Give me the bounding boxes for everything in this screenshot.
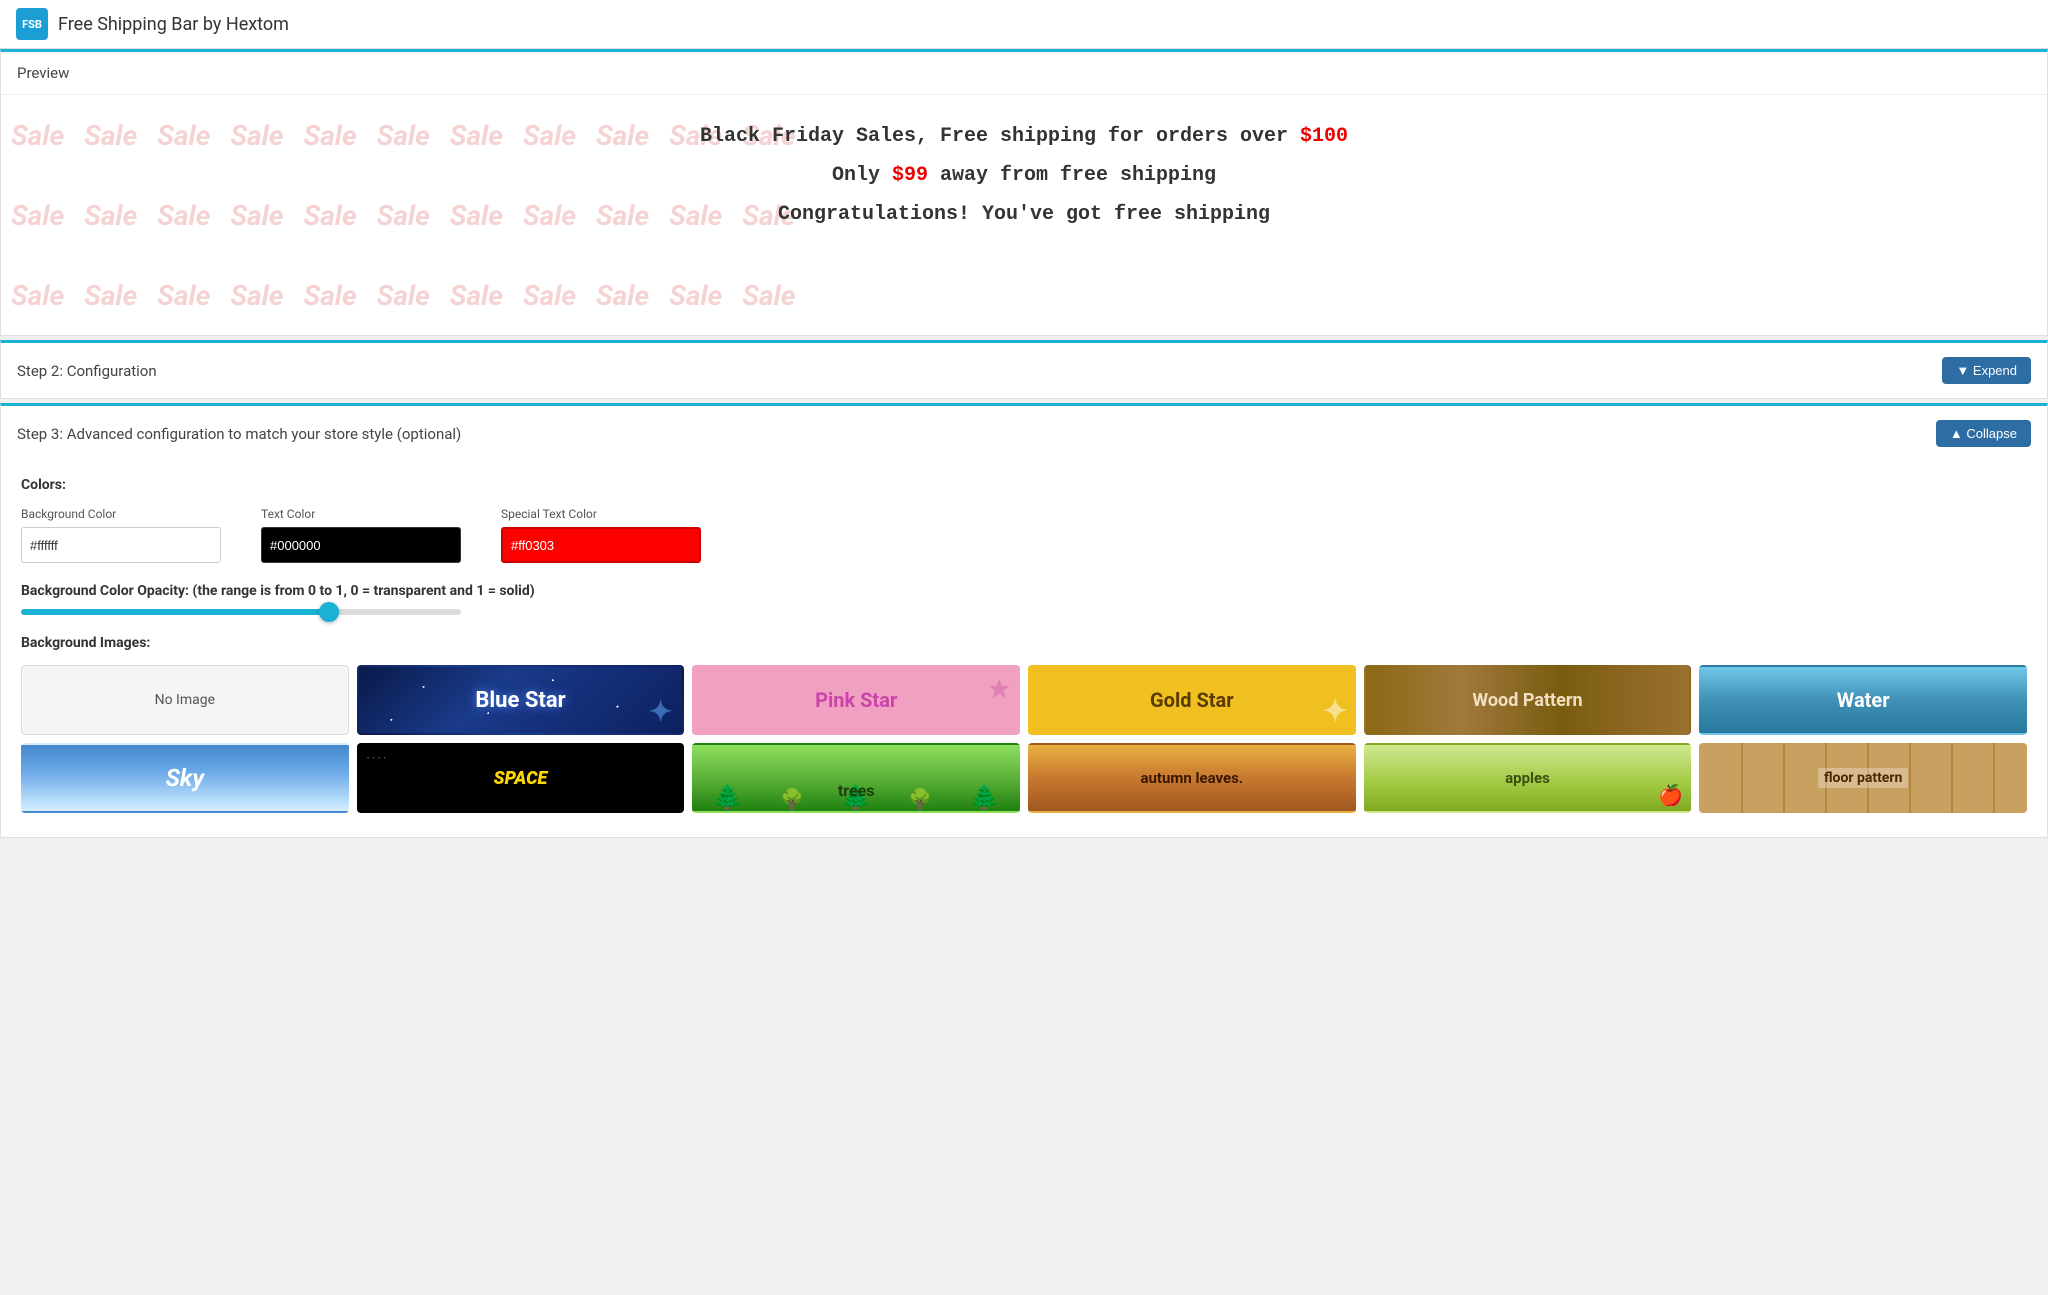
colors-label: Colors: — [21, 477, 2027, 493]
bg-image-water[interactable]: Water — [1699, 665, 2027, 735]
step3-section: Step 3: Advanced configuration to match … — [0, 403, 2048, 838]
bg-image-gold-star[interactable]: Gold Star ✦ — [1028, 665, 1356, 735]
step3-title: Step 3: Advanced configuration to match … — [17, 425, 461, 443]
bg-image-pink-star-label: Pink Star — [815, 688, 897, 712]
bg-image-space-label: SPACE — [494, 768, 548, 789]
preview-msg-1-highlight: $100 — [1300, 125, 1348, 148]
bg-color-input[interactable] — [21, 527, 221, 563]
bg-image-autumn-leaves-label: autumn leaves. — [1140, 769, 1243, 787]
bg-image-gold-star-label: Gold Star — [1150, 688, 1234, 712]
app-header: FSB Free Shipping Bar by Hextom — [0, 0, 2048, 49]
preview-msg-2-highlight: $99 — [892, 164, 928, 187]
bg-image-wood-pattern-label: Wood Pattern — [1472, 690, 1582, 711]
text-color-field: Text Color — [261, 507, 461, 563]
bg-images-label: Background Images: — [21, 635, 2027, 651]
opacity-slider-wrapper — [21, 609, 2027, 615]
step2-expend-button[interactable]: ▼ Expend — [1942, 357, 2031, 384]
bg-color-label: Background Color — [21, 507, 221, 521]
bg-image-trees[interactable]: trees 🌲 🌳 🌲 🌳 🌲 — [692, 743, 1020, 813]
preview-msg-2: Only $99 away from free shipping — [832, 164, 1216, 187]
preview-header: Preview — [1, 52, 2047, 95]
bg-image-no-image[interactable]: No Image — [21, 665, 349, 735]
preview-msg-1: Black Friday Sales, Free shipping for or… — [700, 125, 1348, 148]
bg-image-apples-label: apples — [1505, 769, 1550, 787]
bg-image-wood-pattern[interactable]: Wood Pattern — [1364, 665, 1692, 735]
bg-image-floor-pattern[interactable]: floor pattern — [1699, 743, 2027, 813]
bg-image-trees-label: trees — [838, 757, 875, 800]
opacity-label: Background Color Opacity: (the range is … — [21, 583, 2027, 599]
special-text-color-label: Special Text Color — [501, 507, 701, 521]
bg-image-water-label: Water — [1837, 688, 1890, 712]
special-text-color-field: Special Text Color — [501, 507, 701, 563]
bg-image-apples[interactable]: apples 🍎 — [1364, 743, 1692, 813]
bg-color-field: Background Color — [21, 507, 221, 563]
special-text-color-input[interactable] — [501, 527, 701, 563]
step2-header: Step 2: Configuration ▼ Expend — [1, 343, 2047, 398]
color-fields: Background Color Text Color Special Text… — [21, 507, 2027, 563]
step2-title: Step 2: Configuration — [17, 362, 157, 380]
bg-image-space[interactable]: SPACE · · · · — [357, 743, 685, 813]
step3-collapse-button[interactable]: ▲ Collapse — [1936, 420, 2031, 447]
step3-content: Colors: Background Color Text Color Spec… — [1, 461, 2047, 837]
preview-section: Preview SaleSaleSaleSaleSaleSaleSaleSale… — [0, 49, 2048, 336]
preview-messages: Black Friday Sales, Free shipping for or… — [21, 115, 2027, 236]
bg-image-no-image-label: No Image — [155, 692, 215, 708]
preview-msg-3: Congratulations! You've got free shippin… — [778, 203, 1270, 226]
bg-image-floor-pattern-label: floor pattern — [1818, 768, 1908, 788]
bg-image-sky-label: Sky — [166, 764, 204, 792]
bg-image-blue-star[interactable]: Blue Star ✦ — [357, 665, 685, 735]
bg-image-pink-star[interactable]: Pink Star ★ — [692, 665, 1020, 735]
bg-image-sky[interactable]: Sky — [21, 743, 349, 813]
preview-content: SaleSaleSaleSaleSaleSaleSaleSaleSaleSale… — [1, 95, 2047, 335]
opacity-slider-fill — [21, 609, 329, 615]
step3-header: Step 3: Advanced configuration to match … — [1, 406, 2047, 461]
bg-image-blue-star-label: Blue Star — [475, 688, 565, 713]
text-color-label: Text Color — [261, 507, 461, 521]
opacity-slider-thumb[interactable] — [319, 602, 339, 622]
text-color-input[interactable] — [261, 527, 461, 563]
bg-images-grid: No Image Blue Star ✦ Pink Star ★ Gold St… — [21, 665, 2027, 813]
app-logo: FSB — [16, 8, 48, 40]
app-title: Free Shipping Bar by Hextom — [58, 14, 289, 35]
step2-section: Step 2: Configuration ▼ Expend — [0, 340, 2048, 399]
bg-image-autumn-leaves[interactable]: autumn leaves. — [1028, 743, 1356, 813]
opacity-slider-track[interactable] — [21, 609, 461, 615]
